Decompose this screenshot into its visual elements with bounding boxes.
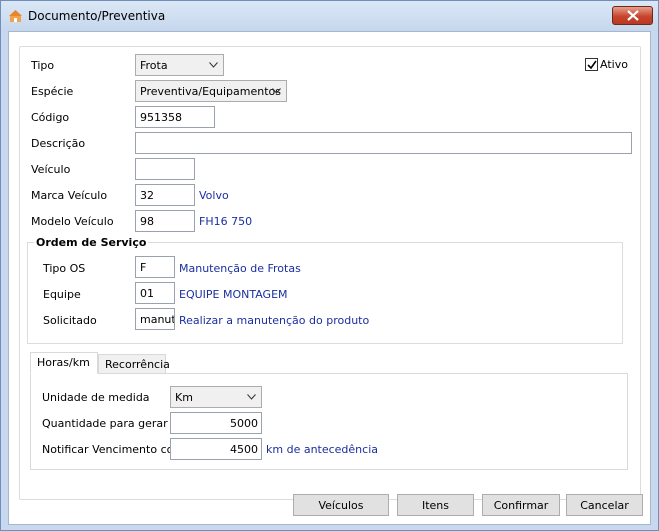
- descricao-label: Descrição: [31, 137, 86, 150]
- close-icon: [627, 10, 639, 21]
- modelo-code-field[interactable]: 98: [135, 210, 195, 232]
- codigo-field[interactable]: 951358: [135, 106, 215, 128]
- confirmar-button[interactable]: Confirmar: [482, 494, 560, 516]
- tipo-os-label: Tipo OS: [43, 262, 86, 275]
- chevron-down-icon: [247, 394, 256, 400]
- veiculo-label: Veículo: [31, 163, 71, 176]
- tipo-os-field[interactable]: F: [135, 256, 175, 278]
- especie-select[interactable]: Preventiva/Equipamentos: [135, 80, 287, 102]
- window-title: Documento/Preventiva: [28, 9, 166, 23]
- title-bar[interactable]: Documento/Preventiva: [1, 1, 658, 31]
- tab-horas-km[interactable]: Horas/km: [30, 352, 98, 374]
- ativo-label: Ativo: [600, 58, 628, 71]
- veiculos-button[interactable]: Veículos: [293, 494, 389, 516]
- notificar-suffix: km de antecedência: [266, 443, 379, 456]
- ordem-servico-title: Ordem de Serviço: [34, 236, 149, 249]
- tab-recorrencia[interactable]: Recorrência: [98, 354, 170, 374]
- marca-label: Marca Veículo: [31, 189, 108, 202]
- chevron-down-icon: [272, 88, 281, 94]
- close-button[interactable]: [612, 6, 653, 25]
- modelo-label: Modelo Veículo: [31, 215, 114, 228]
- notificar-field[interactable]: 4500: [170, 438, 262, 460]
- tipo-select[interactable]: Frota: [135, 54, 224, 76]
- quantidade-label: Quantidade para gerar: [42, 417, 168, 430]
- itens-button[interactable]: Itens: [397, 494, 474, 516]
- chevron-down-icon: [209, 62, 218, 68]
- veiculo-field[interactable]: [135, 158, 195, 180]
- especie-label: Espécie: [31, 85, 74, 98]
- marca-code-field[interactable]: 32: [135, 184, 195, 206]
- dialog-window: Documento/Preventiva Tipo Frota Ativo Es…: [0, 0, 659, 531]
- unidade-label: Unidade de medida: [42, 391, 150, 404]
- unidade-select[interactable]: Km: [170, 386, 262, 408]
- tipo-os-name: Manutenção de Frotas: [179, 262, 301, 275]
- ativo-checkbox[interactable]: [585, 58, 598, 71]
- notificar-label: Notificar Vencimento com: [42, 443, 185, 456]
- dialog-client-area: Tipo Frota Ativo Espécie Preventiva/Equi…: [8, 31, 651, 525]
- equipe-label: Equipe: [43, 288, 81, 301]
- equipe-name: EQUIPE MONTAGEM: [179, 288, 288, 301]
- solicitado-field[interactable]: manut: [135, 308, 175, 330]
- codigo-label: Código: [31, 111, 70, 124]
- tipo-label: Tipo: [31, 59, 55, 72]
- marca-name: Volvo: [199, 189, 229, 202]
- unidade-select-value: Km: [175, 391, 193, 404]
- modelo-name: FH16 750: [199, 215, 253, 228]
- cancelar-button[interactable]: Cancelar: [566, 494, 643, 516]
- descricao-field[interactable]: [135, 132, 632, 154]
- solicitado-text: Realizar a manutenção do produto: [179, 314, 370, 327]
- especie-select-value: Preventiva/Equipamentos: [140, 85, 281, 98]
- app-icon: [9, 10, 22, 23]
- ordem-servico-group: Ordem de Serviço: [27, 236, 623, 344]
- solicitado-label: Solicitado: [43, 314, 97, 327]
- quantidade-field[interactable]: 5000: [170, 412, 262, 434]
- equipe-field[interactable]: 01: [135, 282, 175, 304]
- tipo-select-value: Frota: [140, 59, 168, 72]
- check-icon: [587, 60, 597, 70]
